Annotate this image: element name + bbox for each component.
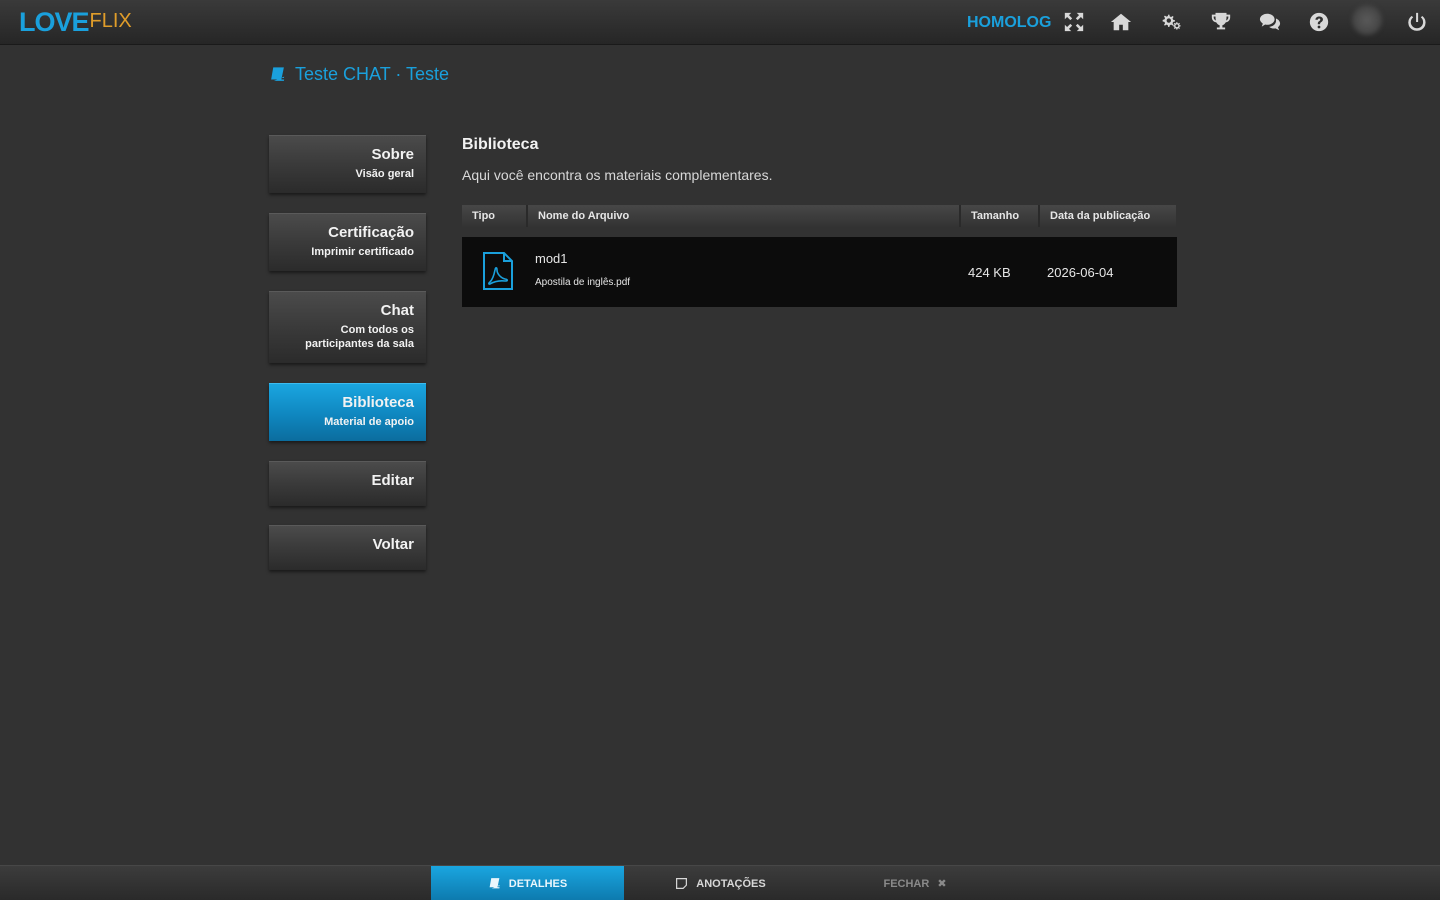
sidebar-item-voltar[interactable]: Voltar bbox=[269, 525, 426, 570]
sidebar-item-biblioteca[interactable]: Biblioteca Material de apoio bbox=[269, 383, 426, 441]
logo-love-text: LOVE bbox=[19, 7, 90, 37]
sidebar-item-subtitle: Com todos os participantes da sala bbox=[305, 324, 414, 350]
sidebar-item-title: Voltar bbox=[372, 536, 414, 553]
sidebar-item-subtitle: Visão geral bbox=[355, 168, 415, 180]
logo-flix-text: FLIX bbox=[89, 10, 132, 32]
power-icon[interactable] bbox=[1405, 10, 1429, 34]
fullscreen-icon[interactable] bbox=[1062, 10, 1086, 34]
sidebar-item-sobre[interactable]: Sobre Visão geral bbox=[269, 135, 426, 193]
bottom-bar: DETALHES ANOTAÇÕES FECHAR ✖ bbox=[0, 865, 1440, 900]
table-row[interactable]: mod1 Apostila de inglês.pdf 424 KB 2026-… bbox=[462, 237, 1177, 307]
section-description: Aqui você encontra os materiais compleme… bbox=[462, 167, 773, 183]
close-label: FECHAR bbox=[883, 877, 930, 890]
top-bar: LOVEFLIX HOMOLOG bbox=[0, 0, 1440, 45]
tab-detalhes[interactable]: DETALHES bbox=[431, 866, 624, 900]
pdf-file-icon bbox=[483, 252, 513, 290]
file-publication-date: 2026-06-04 bbox=[1047, 265, 1114, 280]
column-header-nome[interactable]: Nome do Arquivo bbox=[528, 205, 961, 227]
file-size: 424 KB bbox=[968, 265, 1011, 280]
page-title-text: Teste CHAT · Teste bbox=[295, 64, 450, 84]
close-button[interactable]: FECHAR ✖ bbox=[865, 866, 965, 900]
settings-icon[interactable] bbox=[1159, 10, 1183, 34]
book-icon bbox=[489, 878, 500, 889]
sidebar-item-subtitle: Imprimir certificado bbox=[311, 246, 414, 258]
trophy-icon[interactable] bbox=[1209, 10, 1233, 34]
sidebar-item-certificacao[interactable]: Certificação Imprimir certificado bbox=[269, 213, 426, 271]
tab-anotacoes[interactable]: ANOTAÇÕES bbox=[624, 866, 817, 900]
file-title[interactable]: mod1 bbox=[535, 251, 568, 266]
environment-label: HOMOLOG bbox=[967, 14, 1052, 31]
sidebar-item-title: Certificação bbox=[328, 224, 414, 241]
close-icon: ✖ bbox=[937, 878, 947, 890]
tab-detalhes-label: DETALHES bbox=[508, 877, 568, 890]
sidebar-item-title: Editar bbox=[371, 472, 414, 489]
book-icon bbox=[271, 67, 285, 81]
page-title: Teste CHAT · Teste bbox=[269, 64, 449, 85]
home-icon[interactable] bbox=[1109, 10, 1133, 34]
note-icon bbox=[676, 878, 688, 889]
user-avatar[interactable] bbox=[1352, 5, 1382, 35]
sidebar-item-subtitle: Material de apoio bbox=[324, 416, 414, 428]
sidebar-item-title: Chat bbox=[380, 302, 414, 319]
section-title: Biblioteca bbox=[462, 136, 539, 153]
column-header-data[interactable]: Data da publicação bbox=[1040, 205, 1176, 227]
app-logo[interactable]: LOVEFLIX bbox=[19, 7, 132, 37]
sidebar-item-title: Sobre bbox=[371, 146, 414, 163]
file-name: Apostila de inglês.pdf bbox=[535, 277, 631, 288]
sidebar-item-editar[interactable]: Editar bbox=[269, 461, 426, 506]
column-header-tipo[interactable]: Tipo bbox=[462, 205, 528, 227]
column-header-tamanho[interactable]: Tamanho bbox=[961, 205, 1040, 227]
table-header: Tipo Nome do Arquivo Tamanho Data da pub… bbox=[462, 205, 1177, 227]
tab-anotacoes-label: ANOTAÇÕES bbox=[696, 877, 766, 890]
chat-icon[interactable] bbox=[1258, 10, 1282, 34]
sidebar-item-title: Biblioteca bbox=[342, 394, 414, 411]
help-icon[interactable] bbox=[1307, 10, 1331, 34]
sidebar-item-chat[interactable]: Chat Com todos os participantes da sala bbox=[269, 291, 426, 363]
